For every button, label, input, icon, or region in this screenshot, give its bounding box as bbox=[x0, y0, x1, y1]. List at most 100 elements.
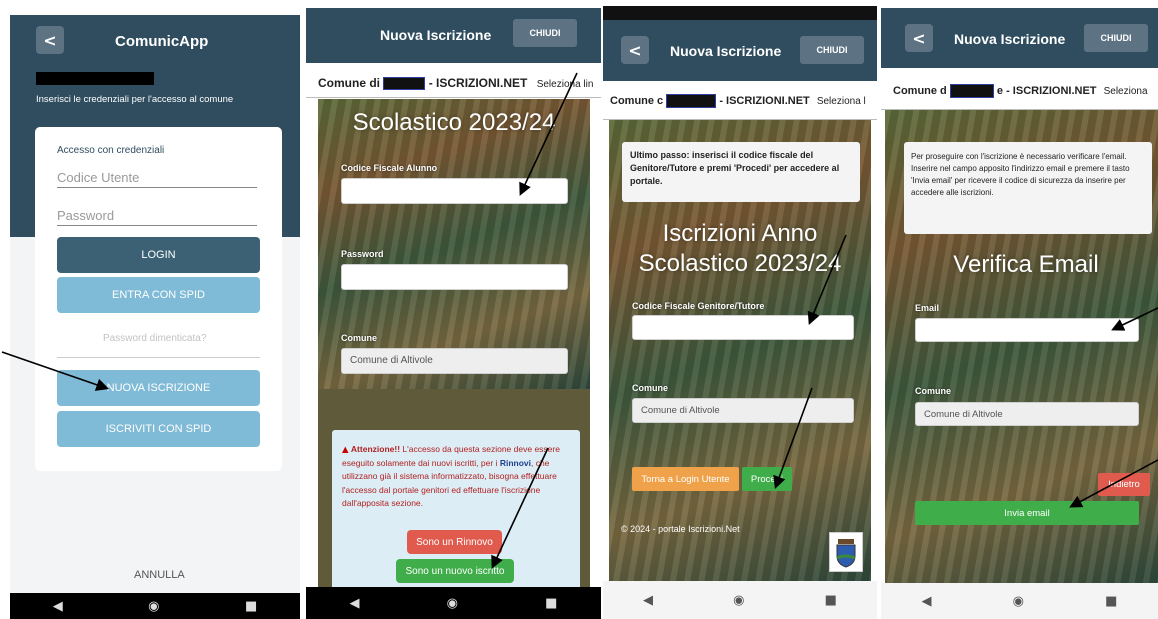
verify-email-heading: Verifica Email bbox=[953, 251, 1099, 278]
android-nav-bar: ◀ ◉ ■ bbox=[603, 581, 877, 619]
info-box: Per proseguire con l'iscrizione è necess… bbox=[904, 142, 1152, 234]
chevron-left-icon: < bbox=[43, 30, 57, 50]
comune-select[interactable]: Comune di Altivole bbox=[915, 402, 1139, 426]
screen-parent-cf: < Nuova Iscrizione CHIUDI Comune c - ISC… bbox=[603, 6, 877, 619]
login-card: Accesso con credenziali Codice Utente Pa… bbox=[35, 127, 282, 471]
header-title: Nuova Iscrizione bbox=[380, 27, 492, 43]
password-label: Password bbox=[341, 249, 384, 259]
close-button[interactable]: CHIUDI bbox=[513, 19, 577, 47]
student-cf-input[interactable] bbox=[341, 178, 568, 204]
warning-text: ▲ Attenzione!! L'accesso da questa sezio… bbox=[342, 443, 570, 510]
nav-home-icon[interactable]: ◉ bbox=[148, 599, 159, 614]
proceed-button[interactable]: Procedi bbox=[742, 467, 792, 491]
comune-value: Comune di Altivole bbox=[350, 355, 433, 366]
nav-back-icon[interactable]: ◀ bbox=[922, 594, 932, 609]
spid-registration-button[interactable]: ISCRIVITI CON SPID bbox=[57, 411, 260, 447]
info-box: Ultimo passo: inserisci il codice fiscal… bbox=[622, 142, 860, 202]
android-nav-bar: ◀ ◉ ■ bbox=[881, 583, 1158, 619]
municipality-strip: Comune di - ISCRIZIONI.NET Seleziona lin bbox=[306, 66, 601, 98]
strip-prefix: Comune c bbox=[610, 94, 664, 107]
language-selector[interactable]: Seleziona lin bbox=[537, 79, 594, 90]
android-nav-bar: ◀ ◉ ■ bbox=[10, 593, 300, 619]
strip-suffix: - ISCRIZIONI.NET bbox=[428, 76, 528, 90]
parent-cf-input[interactable] bbox=[632, 315, 854, 340]
warning-icon: ▲ bbox=[342, 445, 349, 455]
chevron-left-icon: < bbox=[912, 28, 926, 48]
language-selector[interactable]: Seleziona bbox=[1104, 86, 1148, 97]
new-student-button[interactable]: Sono un nuovo iscritto bbox=[396, 559, 514, 583]
email-input[interactable] bbox=[915, 318, 1139, 342]
strip-suffix: e - ISCRIZIONI.NET bbox=[996, 84, 1097, 97]
language-selector[interactable]: Seleziona l bbox=[817, 96, 866, 107]
nav-back-icon[interactable]: ◀ bbox=[53, 599, 63, 614]
nav-back-icon[interactable]: ◀ bbox=[350, 596, 360, 611]
screen-verify-email: < Nuova Iscrizione CHIUDI Comune d e - I… bbox=[881, 8, 1158, 619]
header-title: Nuova Iscrizione bbox=[954, 31, 1066, 47]
password-input[interactable]: Password bbox=[57, 207, 257, 226]
redacted-name bbox=[666, 94, 717, 108]
heading-line2: Scolastico 2023/24 bbox=[638, 250, 842, 277]
spid-login-button[interactable]: ENTRA CON SPID bbox=[57, 277, 260, 313]
user-code-placeholder: Codice Utente bbox=[57, 170, 140, 185]
header-title: Nuova Iscrizione bbox=[670, 43, 782, 59]
app-title: ComunicApp bbox=[115, 33, 209, 50]
crest-shield-icon bbox=[836, 539, 856, 568]
separator bbox=[57, 357, 260, 358]
nav-recents-icon[interactable]: ■ bbox=[825, 593, 837, 608]
forgot-password-link[interactable]: Password dimenticata? bbox=[103, 333, 206, 344]
heading-line1: Iscrizioni Anno bbox=[662, 220, 818, 247]
info-text: Ultimo passo: inserisci il codice fiscal… bbox=[630, 150, 840, 187]
android-nav-bar: ◀ ◉ ■ bbox=[306, 587, 601, 619]
nav-home-icon[interactable]: ◉ bbox=[1013, 594, 1024, 609]
login-instructions: Inserisci le credenziali per l'accesso a… bbox=[36, 94, 234, 105]
card-heading: Accesso con credenziali bbox=[57, 145, 165, 156]
comune-label: Comune bbox=[341, 333, 377, 343]
comune-value: Comune di Altivole bbox=[641, 405, 720, 416]
cancel-button[interactable]: ANNULLA bbox=[134, 569, 185, 581]
warning-title: Attenzione!! bbox=[350, 444, 401, 454]
municipality-strip: Comune c - ISCRIZIONI.NET Seleziona l bbox=[603, 82, 877, 120]
footer-text: © 2024 - portale Iscrizioni.Net bbox=[621, 524, 740, 534]
status-bar bbox=[603, 6, 877, 20]
close-button[interactable]: CHIUDI bbox=[1084, 24, 1148, 52]
comune-value: Comune di Altivole bbox=[924, 409, 1003, 420]
strip-prefix: Comune di bbox=[318, 76, 380, 90]
warning-box: ▲ Attenzione!! L'accesso da questa sezio… bbox=[332, 430, 580, 590]
comune-select[interactable]: Comune di Altivole bbox=[632, 398, 854, 423]
redacted-name bbox=[949, 84, 994, 98]
redacted-name bbox=[383, 77, 426, 91]
municipality-crest bbox=[829, 532, 863, 572]
municipality-strip: Comune d e - ISCRIZIONI.NET Seleziona bbox=[881, 74, 1158, 110]
strip-suffix: - ISCRIZIONI.NET bbox=[719, 94, 810, 107]
back-to-login-button[interactable]: Torna a Login Utente bbox=[632, 467, 739, 491]
send-email-button[interactable]: Invia email bbox=[915, 501, 1139, 525]
login-button[interactable]: LOGIN bbox=[57, 237, 260, 273]
nav-home-icon[interactable]: ◉ bbox=[447, 596, 458, 611]
strip-prefix: Comune d bbox=[893, 84, 947, 97]
password-input[interactable] bbox=[341, 264, 568, 290]
nav-home-icon[interactable]: ◉ bbox=[733, 593, 744, 608]
comune-label: Comune bbox=[915, 386, 951, 396]
info-text: Per proseguire con l'iscrizione è necess… bbox=[911, 152, 1130, 197]
new-registration-button[interactable]: NUOVA ISCRIZIONE bbox=[57, 370, 260, 406]
comune-label: Comune bbox=[632, 383, 668, 393]
user-code-input[interactable]: Codice Utente bbox=[57, 169, 257, 188]
nav-back-icon[interactable]: ◀ bbox=[643, 593, 653, 608]
parent-cf-label: Codice Fiscale Genitore/Tutore bbox=[632, 301, 765, 311]
comune-select[interactable]: Comune di Altivole bbox=[341, 348, 568, 374]
back-button-indietro[interactable]: Indietro bbox=[1098, 473, 1150, 496]
back-button[interactable]: < bbox=[36, 26, 64, 54]
close-button[interactable]: CHIUDI bbox=[800, 36, 864, 64]
back-button[interactable]: < bbox=[621, 36, 649, 64]
back-button[interactable]: < bbox=[905, 24, 933, 52]
nav-recents-icon[interactable]: ■ bbox=[545, 596, 557, 611]
email-label: Email bbox=[915, 303, 940, 313]
school-year-heading: Scolastico 2023/24 bbox=[352, 109, 556, 136]
warning-rinnovi: Rinnovi bbox=[499, 458, 531, 469]
nav-recents-icon[interactable]: ■ bbox=[1105, 594, 1117, 609]
student-cf-label: Codice Fiscale Alunno bbox=[341, 163, 438, 173]
nav-recents-icon[interactable]: ■ bbox=[245, 599, 257, 614]
chevron-left-icon: < bbox=[628, 40, 642, 60]
pencil-background bbox=[318, 99, 590, 389]
renewal-button[interactable]: Sono un Rinnovo bbox=[407, 530, 502, 554]
